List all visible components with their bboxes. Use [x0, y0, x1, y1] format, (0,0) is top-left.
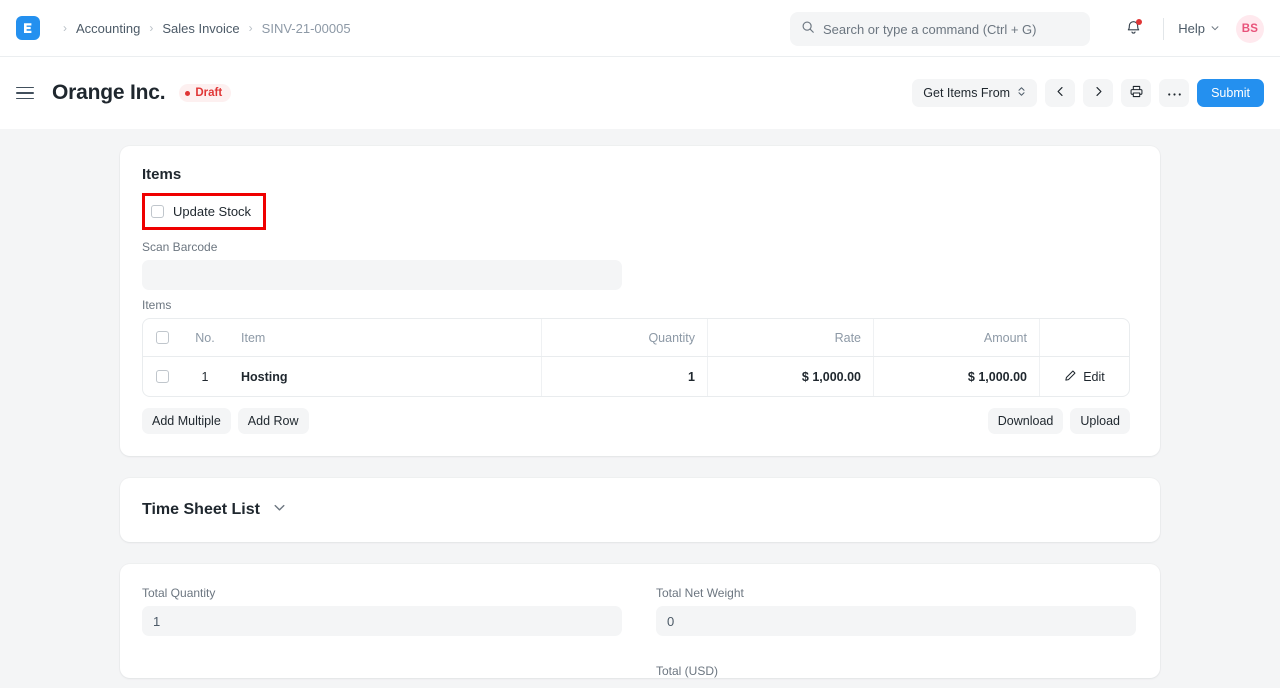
breadcrumb: › Accounting › Sales Invoice › SINV-21-0… [54, 21, 351, 36]
chevron-left-icon [1054, 85, 1067, 101]
get-items-from-label: Get Items From [923, 86, 1010, 100]
column-header-no: No. [181, 319, 229, 356]
more-options-button[interactable] [1159, 79, 1189, 107]
timesheet-card: Time Sheet List [120, 478, 1160, 542]
status-dot-icon [185, 91, 190, 96]
items-grid-label: Items [142, 298, 1138, 312]
help-label: Help [1178, 21, 1205, 36]
cell-rate[interactable]: $ 1,000.00 [708, 357, 874, 396]
page-body: Items Update Stock Scan Barcode Items [0, 129, 1280, 688]
column-header-item: Item [229, 319, 542, 356]
breadcrumb-separator-0: › [63, 21, 67, 35]
column-header-quantity: Quantity [542, 319, 708, 356]
select-all-cell[interactable] [143, 319, 181, 356]
scan-barcode-label: Scan Barcode [142, 240, 1138, 254]
breadcrumb-separator-2: › [249, 21, 253, 35]
column-header-rate: Rate [708, 319, 874, 356]
table-row[interactable]: 1 Hosting 1 $ 1,000.00 $ 1,000.00 [143, 357, 1129, 396]
ellipsis-icon [1167, 86, 1182, 100]
notification-badge-dot [1136, 19, 1142, 25]
search-input[interactable] [823, 22, 1079, 37]
update-stock-label: Update Stock [173, 204, 251, 219]
get-items-from-button[interactable]: Get Items From [912, 79, 1037, 107]
items-grid-section: Items No. Item Quantity Rate Amount [142, 298, 1138, 434]
totals-card: Total Quantity Total Net Weight Total (U… [120, 564, 1160, 678]
row-select-checkbox[interactable] [156, 370, 169, 383]
total-quantity-field: Total Quantity [142, 586, 622, 678]
total-quantity-input[interactable] [142, 606, 622, 636]
global-search[interactable] [790, 12, 1090, 46]
items-table: No. Item Quantity Rate Amount [142, 318, 1130, 397]
page-header: Orange Inc. Draft Get Items From [0, 57, 1280, 129]
scan-barcode-field: Scan Barcode [142, 240, 1138, 290]
next-document-button[interactable] [1083, 79, 1113, 107]
table-body: 1 Hosting 1 $ 1,000.00 $ 1,000.00 [143, 357, 1129, 396]
upload-button[interactable]: Upload [1070, 408, 1130, 434]
pencil-icon [1064, 369, 1077, 385]
chevron-updown-icon [1017, 85, 1026, 101]
cell-item[interactable]: Hosting [229, 357, 542, 396]
cell-no: 1 [181, 357, 229, 396]
add-multiple-button[interactable]: Add Multiple [142, 408, 231, 434]
total-net-weight-field: Total Net Weight Total (USD) [656, 586, 1136, 678]
row-select-cell[interactable] [143, 357, 181, 396]
chevron-down-icon [1210, 21, 1220, 36]
add-row-button[interactable]: Add Row [238, 408, 309, 434]
avatar[interactable]: BS [1236, 15, 1264, 43]
totals-grid: Total Quantity Total Net Weight Total (U… [120, 564, 1160, 678]
total-usd-label: Total (USD) [656, 664, 1136, 678]
update-stock-checkbox[interactable] [151, 205, 164, 218]
table-header-row: No. Item Quantity Rate Amount [143, 319, 1129, 357]
submit-button[interactable]: Submit [1197, 79, 1264, 107]
cell-edit[interactable]: Edit [1040, 357, 1129, 396]
hamburger-icon[interactable] [16, 82, 38, 104]
search-icon [801, 20, 823, 39]
update-stock-highlight-box: Update Stock [142, 193, 266, 230]
column-header-amount: Amount [874, 319, 1040, 356]
print-button[interactable] [1121, 79, 1151, 107]
download-button[interactable]: Download [988, 408, 1064, 434]
chevron-down-icon[interactable] [272, 500, 287, 520]
erpnext-logo-icon[interactable] [16, 16, 40, 40]
items-section-title: Items [142, 166, 1138, 183]
timesheet-section-toggle[interactable]: Time Sheet List [120, 478, 1160, 542]
total-quantity-label: Total Quantity [142, 586, 622, 600]
select-all-checkbox[interactable] [156, 331, 169, 344]
navbar-right: Help BS [1117, 0, 1264, 57]
content-container: Items Update Stock Scan Barcode Items [120, 129, 1160, 678]
search-box[interactable] [790, 12, 1090, 46]
page-title: Orange Inc. [52, 81, 165, 105]
column-header-actions [1040, 319, 1129, 356]
update-stock-field[interactable]: Update Stock [151, 204, 251, 219]
page-actions: Get Items From [912, 57, 1264, 129]
navbar-divider [1163, 18, 1164, 40]
breadcrumb-item-accounting[interactable]: Accounting [76, 21, 140, 36]
status-badge: Draft [179, 84, 231, 102]
edit-label: Edit [1083, 370, 1105, 384]
total-net-weight-label: Total Net Weight [656, 586, 1136, 600]
printer-icon [1129, 84, 1144, 102]
timesheet-section-title: Time Sheet List [142, 501, 260, 519]
items-card: Items Update Stock Scan Barcode Items [120, 146, 1160, 456]
scan-barcode-input[interactable] [142, 260, 622, 290]
breadcrumb-item-current: SINV-21-00005 [262, 21, 351, 36]
edit-row-button[interactable]: Edit [1064, 369, 1105, 385]
status-label: Draft [195, 87, 222, 99]
prev-document-button[interactable] [1045, 79, 1075, 107]
cell-amount[interactable]: $ 1,000.00 [874, 357, 1040, 396]
help-menu-button[interactable]: Help [1178, 21, 1220, 36]
breadcrumb-separator-1: › [149, 21, 153, 35]
grid-action-bar: Add Multiple Add Row Download Upload [142, 408, 1130, 434]
breadcrumb-item-sales-invoice[interactable]: Sales Invoice [162, 21, 239, 36]
notifications-button[interactable] [1117, 13, 1149, 45]
chevron-right-icon [1092, 85, 1105, 101]
top-navbar: › Accounting › Sales Invoice › SINV-21-0… [0, 0, 1280, 57]
cell-quantity[interactable]: 1 [542, 357, 708, 396]
total-net-weight-input[interactable] [656, 606, 1136, 636]
